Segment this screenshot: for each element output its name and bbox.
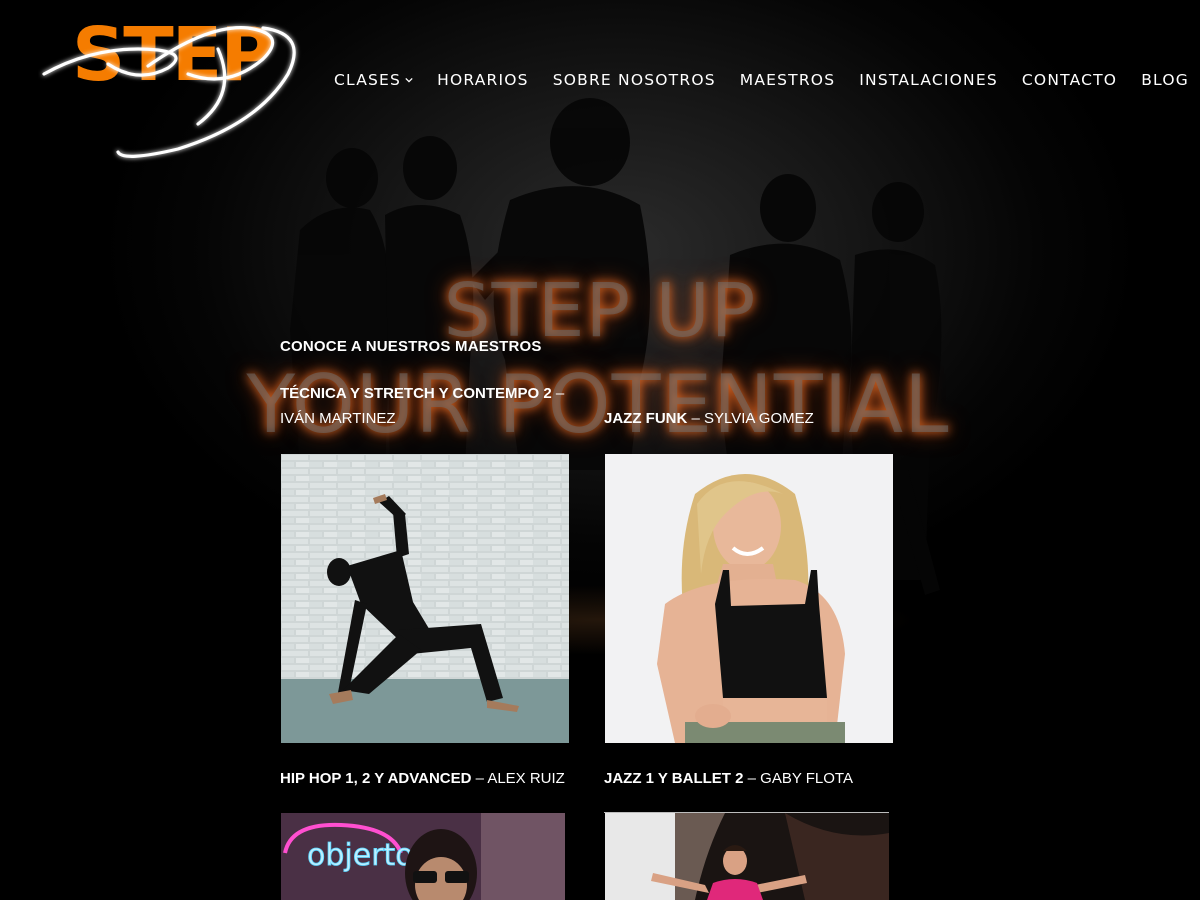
- nav-item-clases[interactable]: CLASES: [334, 71, 413, 89]
- teacher-photo-sylvia[interactable]: [605, 454, 893, 743]
- teacher-photo-alex[interactable]: objerto: [281, 813, 565, 900]
- caption-separator: –: [743, 770, 761, 787]
- teacher-classes: TÉCNICA Y STRETCH Y CONTEMPO 2: [280, 385, 552, 402]
- nav-item-label: CONTACTO: [1021, 71, 1118, 89]
- teacher-name: GABY FLOTA: [760, 770, 853, 787]
- step-logo[interactable]: STEP: [38, 4, 306, 164]
- main-nav: CLASES HORARIOS SOBRE NOSOTROS MAESTROS …: [334, 71, 1189, 89]
- caption-separator: –: [551, 385, 565, 402]
- nav-item-label: HORARIOS: [437, 71, 529, 89]
- hero-headline-line2: YOUR POTENTIAL: [246, 358, 950, 451]
- nav-item-maestros[interactable]: MAESTROS: [740, 71, 836, 89]
- nav-item-sobre-nosotros[interactable]: SOBRE NOSOTROS: [553, 71, 716, 89]
- teacher-classes: JAZZ FUNK: [604, 410, 688, 427]
- teacher-caption-alex: HIP HOP 1, 2 Y ADVANCED – ALEX RUIZ: [280, 766, 600, 791]
- caption-separator: –: [687, 410, 705, 427]
- teacher-classes: JAZZ 1 Y BALLET 2: [604, 770, 744, 787]
- nav-item-label: MAESTROS: [739, 71, 836, 89]
- teacher-name: SYLVIA GOMEZ: [704, 410, 814, 427]
- chevron-down-icon: [405, 77, 413, 83]
- nav-item-horarios[interactable]: HORARIOS: [437, 71, 529, 89]
- nav-item-contacto[interactable]: CONTACTO: [1022, 71, 1117, 89]
- nav-item-label: BLOG: [1141, 71, 1189, 89]
- section-title: CONOCE A NUESTROS MAESTROS: [280, 338, 542, 355]
- nav-item-label: INSTALACIONES: [859, 71, 998, 89]
- nav-item-label: CLASES: [334, 71, 402, 89]
- teacher-caption-gaby: JAZZ 1 Y BALLET 2 – GABY FLOTA: [604, 766, 904, 791]
- teacher-classes: HIP HOP 1, 2 Y ADVANCED: [280, 770, 472, 787]
- nav-item-label: SOBRE NOSOTROS: [552, 71, 716, 89]
- hero-headline-line1: STEP UP: [443, 268, 757, 354]
- teacher-photo-ivan[interactable]: [281, 454, 569, 743]
- nav-item-blog[interactable]: BLOG: [1141, 71, 1189, 89]
- nav-item-instalaciones[interactable]: INSTALACIONES: [859, 71, 998, 89]
- teacher-name: ALEX RUIZ: [487, 770, 565, 787]
- teacher-name: IVÁN MARTINEZ: [280, 410, 396, 427]
- svg-text:objerto: objerto: [307, 838, 414, 873]
- teacher-caption-ivan: TÉCNICA Y STRETCH Y CONTEMPO 2 – IVÁN MA…: [280, 381, 580, 431]
- caption-separator: –: [471, 770, 488, 787]
- teacher-photo-gaby[interactable]: [605, 813, 889, 900]
- teacher-caption-sylvia: JAZZ FUNK – SYLVIA GOMEZ: [604, 406, 904, 431]
